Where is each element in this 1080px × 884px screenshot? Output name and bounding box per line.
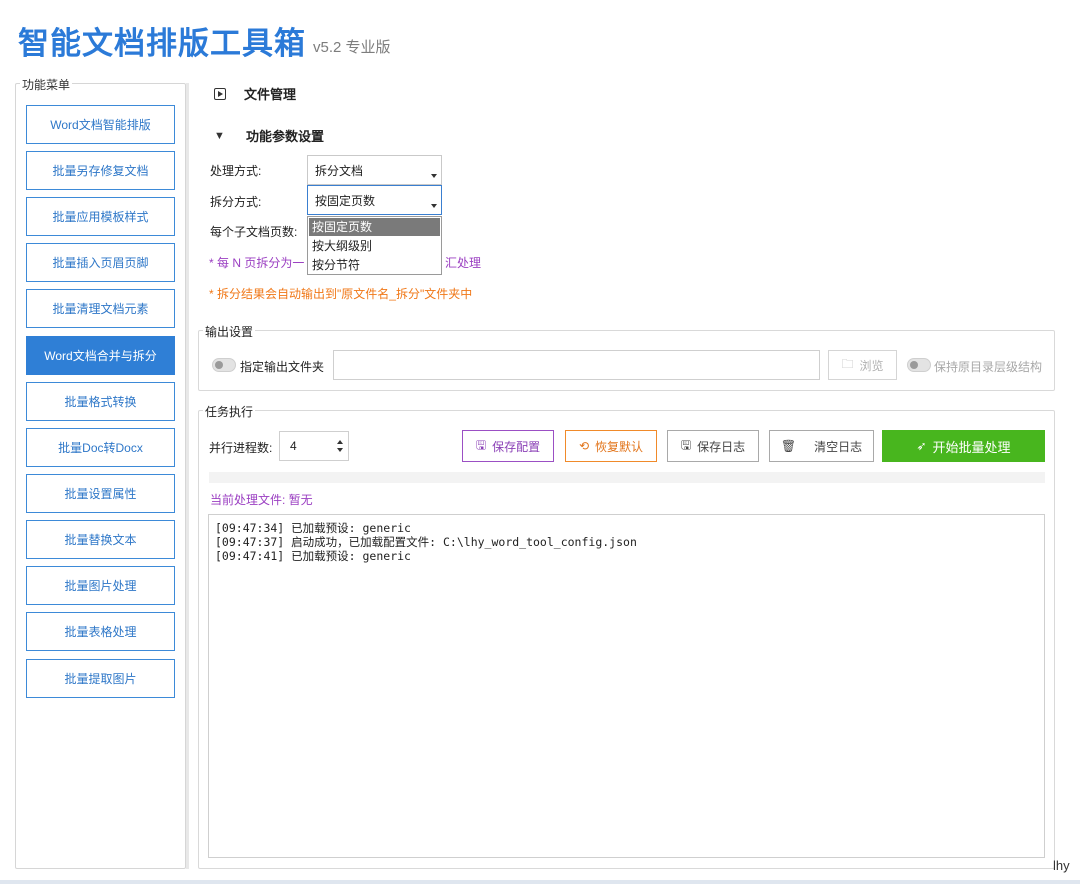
author-label: lhy xyxy=(1053,858,1070,873)
sidebar-item-table-process[interactable]: 批量表格处理 xyxy=(26,612,175,651)
parallel-spinbox[interactable]: 4 xyxy=(279,431,349,461)
clear-log-button[interactable]: 🗑 清空日志 xyxy=(769,430,874,462)
pages-label: 每个子文档页数: xyxy=(210,225,298,239)
save-config-label: 保存配置 xyxy=(492,439,541,454)
log-output[interactable]: [09:47:34] 已加载预设: generic [09:47:37] 启动成… xyxy=(208,514,1045,858)
sidebar-item-smart-format[interactable]: Word文档智能排版 xyxy=(26,105,175,144)
section-file-management-label: 文件管理 xyxy=(244,87,297,102)
dropdown-option-outline-level[interactable]: 按大纲级别 xyxy=(309,237,440,255)
browse-button[interactable]: 🗀 浏览 xyxy=(828,350,897,380)
note-pages-right: 汇处理 xyxy=(445,256,482,270)
restore-default-label: 恢复默认 xyxy=(595,439,644,454)
start-batch-button[interactable]: ➶ 开始批量处理 xyxy=(882,430,1045,462)
sidebar-item-apply-template[interactable]: 批量应用模板样式 xyxy=(26,197,175,236)
sidebar-item-format-convert[interactable]: 批量格式转换 xyxy=(26,382,175,421)
collapse-arrow-icon: ▼ xyxy=(214,129,225,142)
specify-output-label: 指定输出文件夹 xyxy=(240,360,325,374)
note-pages-left: * 每 N 页拆分为一 xyxy=(209,256,305,270)
split-mode-select[interactable]: 按固定页数 xyxy=(307,185,442,215)
trash-icon: 🗑 xyxy=(780,439,797,453)
save-log-label: 保存日志 xyxy=(697,439,746,454)
mode-select[interactable]: 拆分文档 xyxy=(307,155,442,185)
log-line: [09:47:41] 已加载预设: generic xyxy=(215,549,411,563)
vertical-divider[interactable] xyxy=(186,83,189,869)
section-params-label: 功能参数设置 xyxy=(246,129,325,144)
sidebar-legend: 功能菜单 xyxy=(20,76,73,93)
sidebar-item-header-footer[interactable]: 批量插入页眉页脚 xyxy=(26,243,175,282)
restore-default-button[interactable]: ⟲ 恢复默认 xyxy=(565,430,657,462)
mode-select-value: 拆分文档 xyxy=(315,163,364,178)
restore-icon: ⟲ xyxy=(578,439,590,453)
parallel-label: 并行进程数: xyxy=(209,441,273,455)
output-settings-legend: 输出设置 xyxy=(203,323,256,340)
dropdown-option-section-break[interactable]: 按分节符 xyxy=(309,256,440,274)
spin-down-icon[interactable] xyxy=(337,448,343,452)
start-batch-label: 开始批量处理 xyxy=(932,439,1011,455)
app-title: 智能文档排版工具箱 xyxy=(18,26,306,61)
mode-label: 处理方式: xyxy=(210,164,262,178)
parallel-value: 4 xyxy=(290,439,297,453)
clear-log-label: 清空日志 xyxy=(814,439,863,454)
split-mode-select-value: 按固定页数 xyxy=(315,193,376,208)
progress-bar xyxy=(209,472,1045,483)
rocket-icon: ➶ xyxy=(916,439,927,453)
sidebar-item-merge-split[interactable]: Word文档合并与拆分 xyxy=(26,336,175,375)
spin-up-icon[interactable] xyxy=(337,440,343,444)
app-version: v5.2 专业版 xyxy=(313,39,391,56)
save-icon: 🖫 xyxy=(475,437,487,452)
expand-arrow-icon xyxy=(214,87,226,100)
browse-button-label: 浏览 xyxy=(859,358,884,373)
sidebar-item-set-properties[interactable]: 批量设置属性 xyxy=(26,474,175,513)
section-file-management[interactable]: 文件管理 xyxy=(214,84,296,103)
folder-icon: 🗀 xyxy=(841,356,854,371)
log-line: [09:47:34] 已加载预设: generic xyxy=(215,521,411,535)
section-params[interactable]: ▼ 功能参数设置 xyxy=(214,126,324,145)
sidebar-item-replace-text[interactable]: 批量替换文本 xyxy=(26,520,175,559)
output-path-input[interactable] xyxy=(333,350,820,380)
sidebar-item-doc-to-docx[interactable]: 批量Doc转Docx xyxy=(26,428,175,467)
sidebar-item-resave-repair[interactable]: 批量另存修复文档 xyxy=(26,151,175,190)
dropdown-option-fixed-pages[interactable]: 按固定页数 xyxy=(309,218,440,236)
save-log-button[interactable]: 🖫 保存日志 xyxy=(667,430,759,462)
chevron-down-icon xyxy=(431,174,437,178)
current-file-status: 当前处理文件: 暂无 xyxy=(210,493,313,507)
log-line: [09:47:37] 启动成功，已加载配置文件: C:\lhy_word_too… xyxy=(215,535,637,549)
window-bottom-edge xyxy=(0,880,1080,884)
keep-structure-toggle[interactable] xyxy=(907,358,931,372)
sidebar-item-image-process[interactable]: 批量图片处理 xyxy=(26,566,175,605)
split-mode-dropdown: 按固定页数 按大纲级别 按分节符 xyxy=(307,216,442,275)
chevron-down-icon xyxy=(431,204,437,208)
specify-output-toggle[interactable] xyxy=(212,358,236,372)
save-config-button[interactable]: 🖫 保存配置 xyxy=(462,430,554,462)
note-split-output: * 拆分结果会自动输出到"原文件名_拆分"文件夹中 xyxy=(209,287,473,301)
save-icon: 🖫 xyxy=(680,437,692,452)
keep-structure-label: 保持原目录层级结构 xyxy=(934,360,1043,374)
sidebar-item-extract-images[interactable]: 批量提取图片 xyxy=(26,659,175,698)
split-label: 拆分方式: xyxy=(210,195,262,209)
task-legend: 任务执行 xyxy=(203,403,256,420)
sidebar-item-clean-elements[interactable]: 批量清理文档元素 xyxy=(26,289,175,328)
